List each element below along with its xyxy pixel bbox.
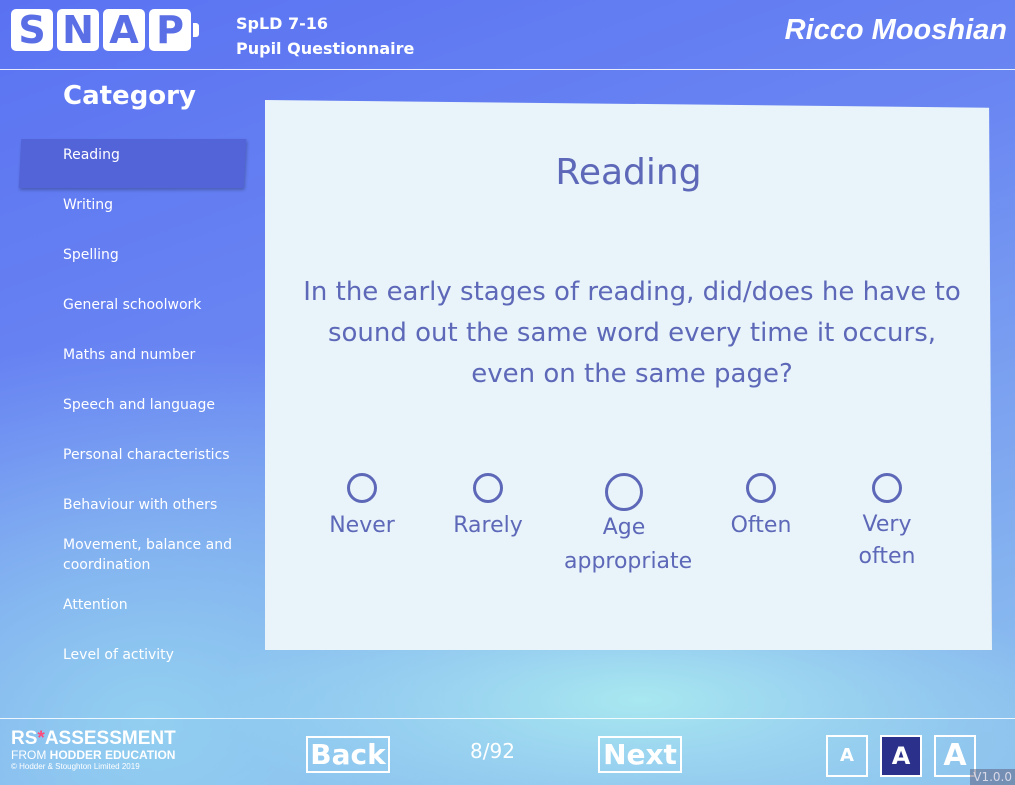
option-label: Very often bbox=[858, 512, 916, 569]
logo-letter: P bbox=[149, 9, 191, 51]
radio-button[interactable] bbox=[605, 473, 643, 511]
sidebar-item-reading[interactable]: Reading bbox=[0, 139, 247, 188]
sidebar-item-label: Reading bbox=[63, 147, 120, 163]
copyright: © Hodder & Stoughton Limited 2019 bbox=[11, 762, 140, 771]
option-label: Age appropriate bbox=[564, 515, 693, 574]
sidebar-item-label: Movement, balance and coordination bbox=[63, 537, 232, 573]
version-label: V1.0.0 bbox=[970, 769, 1015, 785]
sidebar-item-activity[interactable]: Level of activity bbox=[0, 645, 245, 665]
radio-button[interactable] bbox=[872, 473, 902, 503]
radio-button[interactable] bbox=[746, 473, 776, 503]
sidebar-item-label: General schoolwork bbox=[63, 297, 202, 313]
option-label: Often bbox=[730, 513, 792, 538]
brand-from: FROM bbox=[11, 748, 50, 762]
sidebar-item-label: Behaviour with others bbox=[63, 497, 218, 513]
option-age-appropriate[interactable]: Age appropriate bbox=[553, 473, 695, 579]
header-divider bbox=[0, 69, 1015, 70]
sidebar-item-label: Speech and language bbox=[63, 397, 215, 413]
option-rarely[interactable]: Rarely bbox=[443, 473, 533, 543]
logo-letter: A bbox=[103, 9, 145, 51]
option-often[interactable]: Often bbox=[716, 473, 806, 543]
radio-button[interactable] bbox=[347, 473, 377, 503]
option-never[interactable]: Never bbox=[317, 473, 407, 543]
sidebar-item-behaviour[interactable]: Behaviour with others bbox=[0, 495, 245, 515]
brand-assessment: ASSESSMENT bbox=[44, 728, 176, 749]
product-title: SpLD 7-16 Pupil Questionnaire bbox=[236, 11, 414, 61]
back-button[interactable]: Back bbox=[306, 736, 390, 773]
text-size-medium-button[interactable]: A bbox=[880, 735, 922, 777]
next-button[interactable]: Next bbox=[598, 736, 682, 773]
logo-letter: S bbox=[11, 9, 53, 51]
option-label: Never bbox=[329, 513, 395, 538]
sidebar-item-label: Maths and number bbox=[63, 347, 196, 363]
page-counter: 8/92 bbox=[470, 739, 515, 763]
option-label: Rarely bbox=[453, 513, 523, 538]
card-title: Reading bbox=[555, 152, 702, 193]
product-line-1: SpLD 7-16 bbox=[236, 14, 329, 33]
footer-divider bbox=[0, 718, 1015, 719]
sidebar-item-movement[interactable]: Movement, balance and coordination bbox=[0, 535, 235, 575]
option-very-often[interactable]: Very often bbox=[842, 473, 932, 573]
star-icon: * bbox=[37, 728, 45, 749]
brand-rs: RS bbox=[11, 728, 38, 749]
active-highlight bbox=[18, 139, 247, 188]
sidebar-item-spelling[interactable]: Spelling bbox=[0, 245, 245, 265]
sidebar-item-label: Writing bbox=[63, 197, 113, 213]
question-text: In the early stages of reading, did/does… bbox=[303, 277, 961, 389]
publisher-logo: RS*ASSESSMENT FROM HODDER EDUCATION © Ho… bbox=[11, 729, 176, 772]
sidebar-item-general-schoolwork[interactable]: General schoolwork bbox=[0, 295, 245, 315]
logo-letter: N bbox=[57, 9, 99, 51]
sidebar-item-label: Attention bbox=[63, 597, 128, 613]
sidebar-item-label: Spelling bbox=[63, 247, 119, 263]
pupil-name: Ricco Mooshian bbox=[784, 14, 1007, 46]
radio-button[interactable] bbox=[473, 473, 503, 503]
sidebar-item-speech[interactable]: Speech and language bbox=[0, 395, 245, 415]
sidebar-item-maths[interactable]: Maths and number bbox=[0, 345, 245, 365]
snap-logo: S N A P bbox=[11, 9, 199, 51]
brand-hodder: HODDER EDUCATION bbox=[49, 748, 176, 762]
sidebar-item-attention[interactable]: Attention bbox=[0, 595, 245, 615]
sidebar-item-writing[interactable]: Writing bbox=[0, 195, 245, 215]
text-size-small-button[interactable]: A bbox=[826, 735, 868, 777]
product-line-2: Pupil Questionnaire bbox=[236, 39, 415, 58]
category-heading: Category bbox=[63, 81, 196, 111]
sidebar-item-label: Level of activity bbox=[63, 647, 174, 663]
logo-battery-tip bbox=[193, 23, 199, 37]
sidebar-item-label: Personal characteristics bbox=[63, 447, 230, 463]
sidebar-item-personal[interactable]: Personal characteristics bbox=[0, 445, 245, 465]
